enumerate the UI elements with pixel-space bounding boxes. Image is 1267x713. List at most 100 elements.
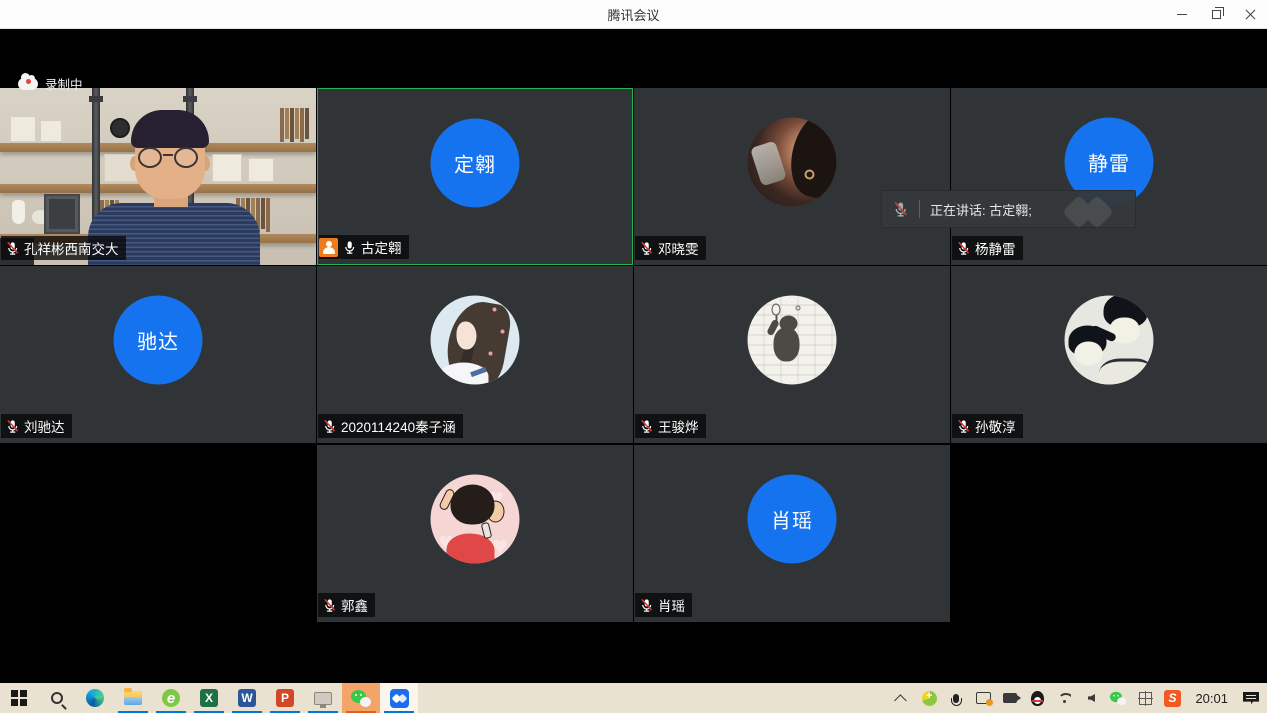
speaking-text: 正在讲话: 古定翱;: [930, 200, 1032, 219]
volume-icon: [1088, 694, 1095, 702]
camera-icon: [1003, 693, 1017, 703]
system-tray: S 20:01: [890, 683, 1267, 713]
participant-namebar: 郭鑫: [318, 593, 375, 617]
avatar-initials: 驰达: [114, 296, 203, 385]
cloud-record-icon: [18, 78, 38, 90]
tray-sogou-input[interactable]: S: [1160, 683, 1184, 713]
mic-muted-icon: [322, 419, 337, 434]
taskbar-powerpoint[interactable]: P: [266, 683, 304, 713]
minimize-icon: [1177, 14, 1187, 15]
participant-name: 古定翱: [361, 237, 402, 257]
taskbar-tencent-meeting[interactable]: [380, 683, 418, 713]
tray-ime-frame[interactable]: [1133, 683, 1157, 713]
windows-logo-icon: [11, 690, 27, 706]
mic-muted-icon: [956, 419, 971, 434]
action-center-icon: [1243, 692, 1259, 705]
participant-namebar: 古定翱: [319, 235, 409, 259]
participant-namebar: 杨静雷: [952, 236, 1023, 260]
video-tile-yangjinglei[interactable]: 静雷 杨静雷: [951, 88, 1267, 265]
participant-namebar: 肖瑶: [635, 593, 692, 617]
screen-record-icon: [976, 692, 991, 704]
video-tile-sunjingchun[interactable]: 孙敬淳: [951, 266, 1267, 443]
participant-name: 王骏烨: [658, 416, 699, 436]
windows-taskbar: e X W P S 20:01: [0, 683, 1267, 713]
tray-camera[interactable]: [998, 683, 1022, 713]
tray-wifi[interactable]: [1052, 683, 1076, 713]
wechat-tray-icon: [1110, 691, 1126, 705]
video-tile-xiaoyao[interactable]: 肖瑶 肖瑶: [634, 445, 950, 622]
tray-screen-record[interactable]: [971, 683, 995, 713]
taskbar-excel[interactable]: X: [190, 683, 228, 713]
tray-360-safe[interactable]: [917, 683, 941, 713]
restore-button[interactable]: [1199, 0, 1233, 29]
mic-muted-icon: [639, 241, 654, 256]
video-tile-wangjunye[interactable]: 王骏烨: [634, 266, 950, 443]
taskbar-wechat[interactable]: [342, 683, 380, 713]
host-icon: [319, 238, 338, 257]
mic-muted-icon: [639, 598, 654, 613]
close-button[interactable]: [1233, 0, 1267, 29]
participant-namebar: 孔祥彬西南交大: [1, 236, 126, 260]
tray-qq[interactable]: [1025, 683, 1049, 713]
minimize-button[interactable]: [1165, 0, 1199, 29]
taskbar-search-button[interactable]: [38, 683, 76, 713]
taskbar-word[interactable]: W: [228, 683, 266, 713]
participant-name: 肖瑶: [658, 595, 685, 615]
internet-explorer-icon: e: [162, 689, 180, 707]
search-icon: [51, 692, 63, 704]
taskbar-edge[interactable]: [76, 683, 114, 713]
tray-microphone[interactable]: [944, 683, 968, 713]
video-tile-kongxiangbin[interactable]: 孔祥彬西南交大: [0, 88, 316, 265]
participant-namebar: 刘驰达: [1, 414, 72, 438]
recording-indicator: 录制中: [18, 74, 83, 93]
participant-namebar: 2020114240秦子涵: [318, 414, 463, 438]
mic-muted-icon: [639, 419, 654, 434]
tencent-meeting-icon: [390, 689, 409, 708]
video-tile-gudingao[interactable]: 定翱 古定翱: [317, 88, 633, 265]
mic-muted-icon: [322, 598, 337, 613]
hidden-icons-chevron[interactable]: [890, 683, 914, 713]
toast-divider: [919, 200, 920, 218]
wechat-icon: [351, 690, 371, 707]
chevron-up-icon: [894, 694, 907, 707]
participant-namebar: 王骏烨: [635, 414, 706, 438]
wifi-icon: [1057, 693, 1071, 704]
recording-label: 录制中: [45, 74, 83, 93]
participant-name: 2020114240秦子涵: [341, 416, 456, 436]
participant-name: 孙敬淳: [975, 416, 1016, 436]
sogou-input-icon: S: [1164, 690, 1181, 707]
speaking-indicator-toast: 正在讲话: 古定翱;: [881, 190, 1136, 228]
avatar-image: ♥♥♥♥: [431, 475, 520, 564]
taskbar-file-explorer[interactable]: [114, 683, 152, 713]
titlebar: 腾讯会议: [0, 0, 1267, 29]
video-tile-liuchida[interactable]: 驰达 刘驰达: [0, 266, 316, 443]
taskbar-clock[interactable]: 20:01: [1187, 691, 1236, 706]
participant-namebar: 孙敬淳: [952, 414, 1023, 438]
start-button[interactable]: [0, 683, 38, 713]
mic-muted-icon: [956, 241, 971, 256]
avatar-initials: 肖瑶: [748, 475, 837, 564]
participant-name: 刘驰达: [24, 416, 65, 436]
window-controls: [1165, 0, 1267, 29]
avatar-image: [748, 118, 837, 207]
taskbar-projector-app[interactable]: [304, 683, 342, 713]
restore-icon: [1212, 10, 1221, 19]
powerpoint-icon: P: [276, 689, 294, 707]
360-safe-icon: [922, 691, 937, 706]
tray-volume[interactable]: [1079, 683, 1103, 713]
taskbar-internet-explorer[interactable]: e: [152, 683, 190, 713]
mic-muted-icon: [5, 419, 20, 434]
action-center-button[interactable]: [1239, 683, 1263, 713]
participant-name: 郭鑫: [341, 595, 368, 615]
video-tile-dengxiaowen[interactable]: 邓晓雯: [634, 88, 950, 265]
avatar-image: [748, 296, 837, 385]
tray-wechat[interactable]: [1106, 683, 1130, 713]
avatar-initials: 定翱: [431, 119, 520, 208]
mic-muted-icon: [5, 241, 20, 256]
taskbar-apps: e X W P: [0, 683, 418, 713]
mic-on-icon: [342, 240, 357, 255]
video-tile-guoxin[interactable]: ♥♥♥♥ 郭鑫: [317, 445, 633, 622]
projector-app-icon: [314, 692, 332, 705]
video-tile-qinzihan[interactable]: 2020114240秦子涵: [317, 266, 633, 443]
participant-name: 孔祥彬西南交大: [24, 238, 119, 258]
